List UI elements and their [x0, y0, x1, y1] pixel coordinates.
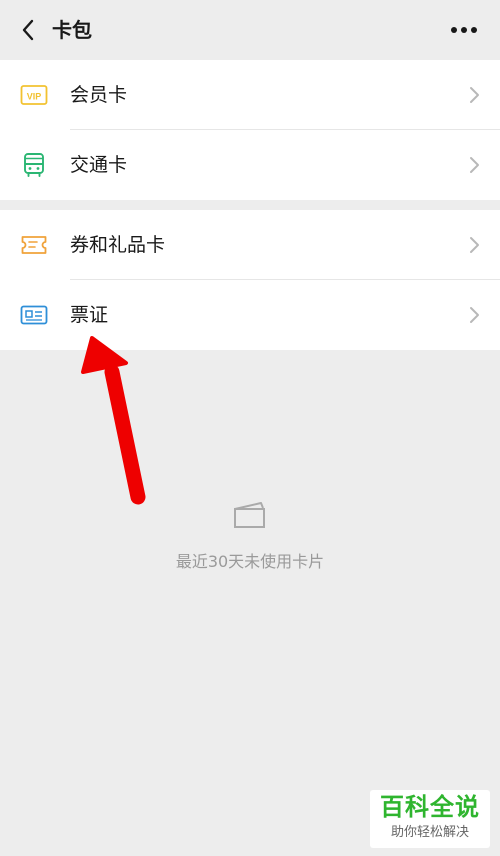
- id-card-icon: [20, 302, 48, 328]
- list-item-label: 票证: [70, 304, 109, 326]
- list-item-label: 会员卡: [70, 84, 128, 106]
- list-item-label: 券和礼品卡: [70, 234, 166, 256]
- card-outline-icon: [234, 502, 265, 528]
- more-button[interactable]: [448, 16, 480, 44]
- list-item-tickets-ids[interactable]: 票证: [0, 280, 500, 350]
- chevron-right-icon: [470, 307, 479, 323]
- card-group-1: VIP 会员卡 交通卡: [0, 60, 500, 200]
- card-group-2: 券和礼品卡 票证: [0, 210, 500, 350]
- chevron-right-icon: [470, 157, 479, 173]
- top-nav-bar: 卡包: [0, 0, 500, 60]
- empty-state: 最近30天未使用卡片: [0, 500, 500, 572]
- chevron-left-icon: [22, 19, 34, 41]
- vip-card-icon: VIP: [20, 82, 48, 108]
- list-item-vip-card[interactable]: VIP 会员卡: [0, 60, 500, 130]
- watermark-logo: 百科全说 助你轻松解决: [370, 790, 490, 848]
- svg-text:VIP: VIP: [27, 92, 42, 102]
- empty-state-text: 最近30天未使用卡片: [175, 552, 325, 571]
- chevron-right-icon: [470, 237, 479, 253]
- list-item-transit-card[interactable]: 交通卡: [0, 130, 500, 200]
- back-button[interactable]: [14, 16, 42, 44]
- chevron-right-icon: [470, 87, 479, 103]
- ticket-icon: [20, 232, 48, 258]
- list-item-coupons-gift-cards[interactable]: 券和礼品卡: [0, 210, 500, 280]
- page-title: 卡包: [52, 18, 92, 42]
- watermark-title: 百科全说: [380, 793, 480, 821]
- watermark-subtitle: 助你轻松解决: [390, 825, 469, 840]
- bus-icon: [20, 152, 48, 178]
- more-dots-icon: [451, 27, 477, 33]
- list-item-label: 交通卡: [70, 154, 128, 176]
